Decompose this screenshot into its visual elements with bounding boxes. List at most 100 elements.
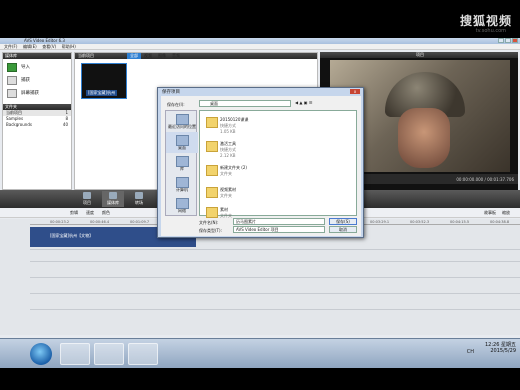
dialog-title: 保存项目: [162, 90, 180, 95]
toolbar-transitions[interactable]: 转场: [128, 191, 150, 207]
save-in-label: 保存在(I):: [167, 102, 185, 107]
tab-video[interactable]: 视频: [141, 53, 155, 59]
capture-label: 捕获: [21, 78, 30, 83]
save-dialog: 保存项目 x 保存在(I): 桌面 ◀ ▲ ▣ ☰ 最近访问的位置 桌面 库 计…: [157, 87, 364, 238]
media-thumbnail[interactable]: [国家宝藏]杭州: [81, 63, 127, 99]
screen-capture-button[interactable]: 屏幕捕获: [7, 88, 67, 98]
file-size: 2.12 KB: [220, 153, 236, 158]
folder-icon: [206, 165, 218, 176]
menu-bar: 文件(F) 编辑(E) 查看(V) 帮助(H): [0, 44, 520, 50]
menu-file[interactable]: 文件(F): [4, 44, 17, 50]
file-name: 激活工具: [220, 141, 236, 146]
places-bar: 最近访问的位置 桌面 库 计算机 网络: [165, 110, 198, 216]
file-type: 文件夹: [220, 171, 232, 176]
window-title: AVS Video Editor 6.3: [24, 38, 65, 43]
track-divider: [30, 277, 520, 278]
filetype-label: 保存类型(T):: [199, 228, 222, 233]
minimize-button[interactable]: [498, 38, 504, 43]
ruler-tick: 00:03:29.1: [370, 220, 390, 224]
file-name: 素材: [220, 207, 228, 212]
dialog-close-button[interactable]: x: [350, 89, 360, 94]
bottom-letterbox: [0, 368, 520, 390]
file-name: 新建文件夹 (2): [220, 165, 247, 170]
camera-icon: [7, 75, 17, 85]
dialog-nav-icons[interactable]: ◀ ▲ ▣ ☰: [295, 100, 312, 105]
taskbar-explorer[interactable]: [94, 343, 124, 365]
menu-view[interactable]: 查看(V): [42, 44, 56, 50]
file-text: 新建文件夹 (2) 文件夹: [220, 165, 260, 177]
file-name: 20150120课课: [220, 117, 249, 122]
folder-icon: [206, 207, 218, 218]
file-list: 20150120课课 快捷方式 1.05 KB 激活工具 快捷方式 2.12 KB 新建文件…: [199, 110, 357, 218]
screen-capture-label: 屏幕捕获: [21, 91, 39, 96]
close-button[interactable]: [512, 38, 518, 43]
edit-trim-button[interactable]: 剪辑: [70, 210, 78, 216]
menu-help[interactable]: 帮助(H): [62, 44, 76, 50]
track-divider: [30, 249, 520, 250]
tray-clock[interactable]: 12:26 星期五 2015/5/29: [485, 341, 516, 354]
filename-input[interactable]: 历马图素片: [233, 218, 325, 225]
toolbar-project[interactable]: 项目: [76, 191, 98, 207]
playback-time: 00:00:00.000 / 00:01:37.706: [456, 177, 514, 182]
edit-toolbar-right: 故事板 缩放: [484, 208, 510, 218]
place-library[interactable]: 库: [166, 153, 198, 174]
thumbnail-caption: [国家宝藏]杭州: [86, 90, 118, 96]
edit-color-button[interactable]: 颜色: [102, 210, 110, 216]
edit-speed-button[interactable]: 速度: [86, 210, 94, 216]
watermark-url: tv.sohu.com: [475, 28, 506, 34]
save-in-dropdown[interactable]: 桌面: [199, 100, 291, 107]
tab-image[interactable]: 图像: [155, 53, 169, 59]
filetype-select[interactable]: AVS Video Editor 项目: [233, 226, 325, 233]
taskbar-avs[interactable]: [128, 343, 158, 365]
face-shape: [398, 108, 450, 168]
dialog-body: 保存在(I): 桌面 ◀ ▲ ▣ ☰ 最近访问的位置 桌面 库 计算机 网络 2…: [161, 96, 361, 236]
ruler-tick: 00:00:23.2: [50, 220, 70, 224]
clock-date: 2015/5/29: [490, 348, 516, 354]
start-button[interactable]: [30, 343, 52, 365]
taskbar: CH 12:26 星期五 2015/5/29: [0, 338, 520, 368]
place-desktop[interactable]: 桌面: [166, 132, 198, 153]
folder-icon: [206, 141, 218, 152]
menu-edit[interactable]: 编辑(E): [23, 44, 37, 50]
storyboard-button[interactable]: 故事板: [484, 210, 496, 216]
zoom-control[interactable]: 缩放: [502, 210, 510, 216]
media-header-title: 当前项目: [78, 53, 94, 58]
capture-button[interactable]: 捕获: [7, 75, 67, 85]
media-library-header: 媒体库: [3, 53, 71, 59]
cancel-button[interactable]: 取消: [329, 226, 357, 233]
ruler-tick: 00:00:46.4: [90, 220, 110, 224]
ruler-tick: 00:03:52.3: [410, 220, 430, 224]
file-type: 文件夹: [220, 193, 232, 198]
import-icon: [7, 62, 17, 72]
taskbar-ie[interactable]: [60, 343, 90, 365]
media-tabs: 全部 视频 图像 音频: [127, 53, 183, 59]
timeline-clip-caption: [国家宝藏]杭州【文物】: [50, 233, 94, 238]
folder-name: Backgrounds: [6, 122, 32, 127]
place-network[interactable]: 网络: [166, 195, 198, 216]
tab-all[interactable]: 全部: [127, 53, 141, 59]
place-computer[interactable]: 计算机: [166, 174, 198, 195]
track-divider: [30, 261, 520, 262]
track-divider: [30, 293, 520, 294]
folder-icon: [206, 187, 218, 198]
track-divider: [30, 309, 520, 310]
folder-item[interactable]: Backgrounds 40: [3, 122, 71, 128]
save-button[interactable]: 保存(S): [329, 218, 357, 225]
file-name: 视频素材: [220, 187, 236, 192]
maximize-button[interactable]: [505, 38, 511, 43]
import-button[interactable]: 导入: [7, 62, 67, 72]
ruler-tick: 00:04:38.8: [490, 220, 510, 224]
tab-audio[interactable]: 音频: [169, 53, 183, 59]
import-label: 导入: [21, 65, 30, 70]
file-size: 1.05 KB: [220, 129, 236, 134]
file-text: 20150120课课 快捷方式 1.05 KB: [220, 117, 260, 134]
left-panel: 媒体库 导入 捕获 屏幕捕获 文件夹 当前项目 1 Samples 8 Backgr…: [2, 52, 72, 190]
watermark-logo: 搜狐视频: [459, 14, 512, 28]
place-recent[interactable]: 最近访问的位置: [166, 111, 198, 132]
top-letterbox: [0, 0, 520, 38]
monitor-icon: [7, 88, 17, 98]
clock-time: 12:26 星期五: [485, 342, 516, 348]
media-header: 当前项目: [75, 53, 317, 59]
tray-language[interactable]: CH: [467, 349, 474, 355]
toolbar-media-library[interactable]: 媒体库: [102, 191, 124, 207]
